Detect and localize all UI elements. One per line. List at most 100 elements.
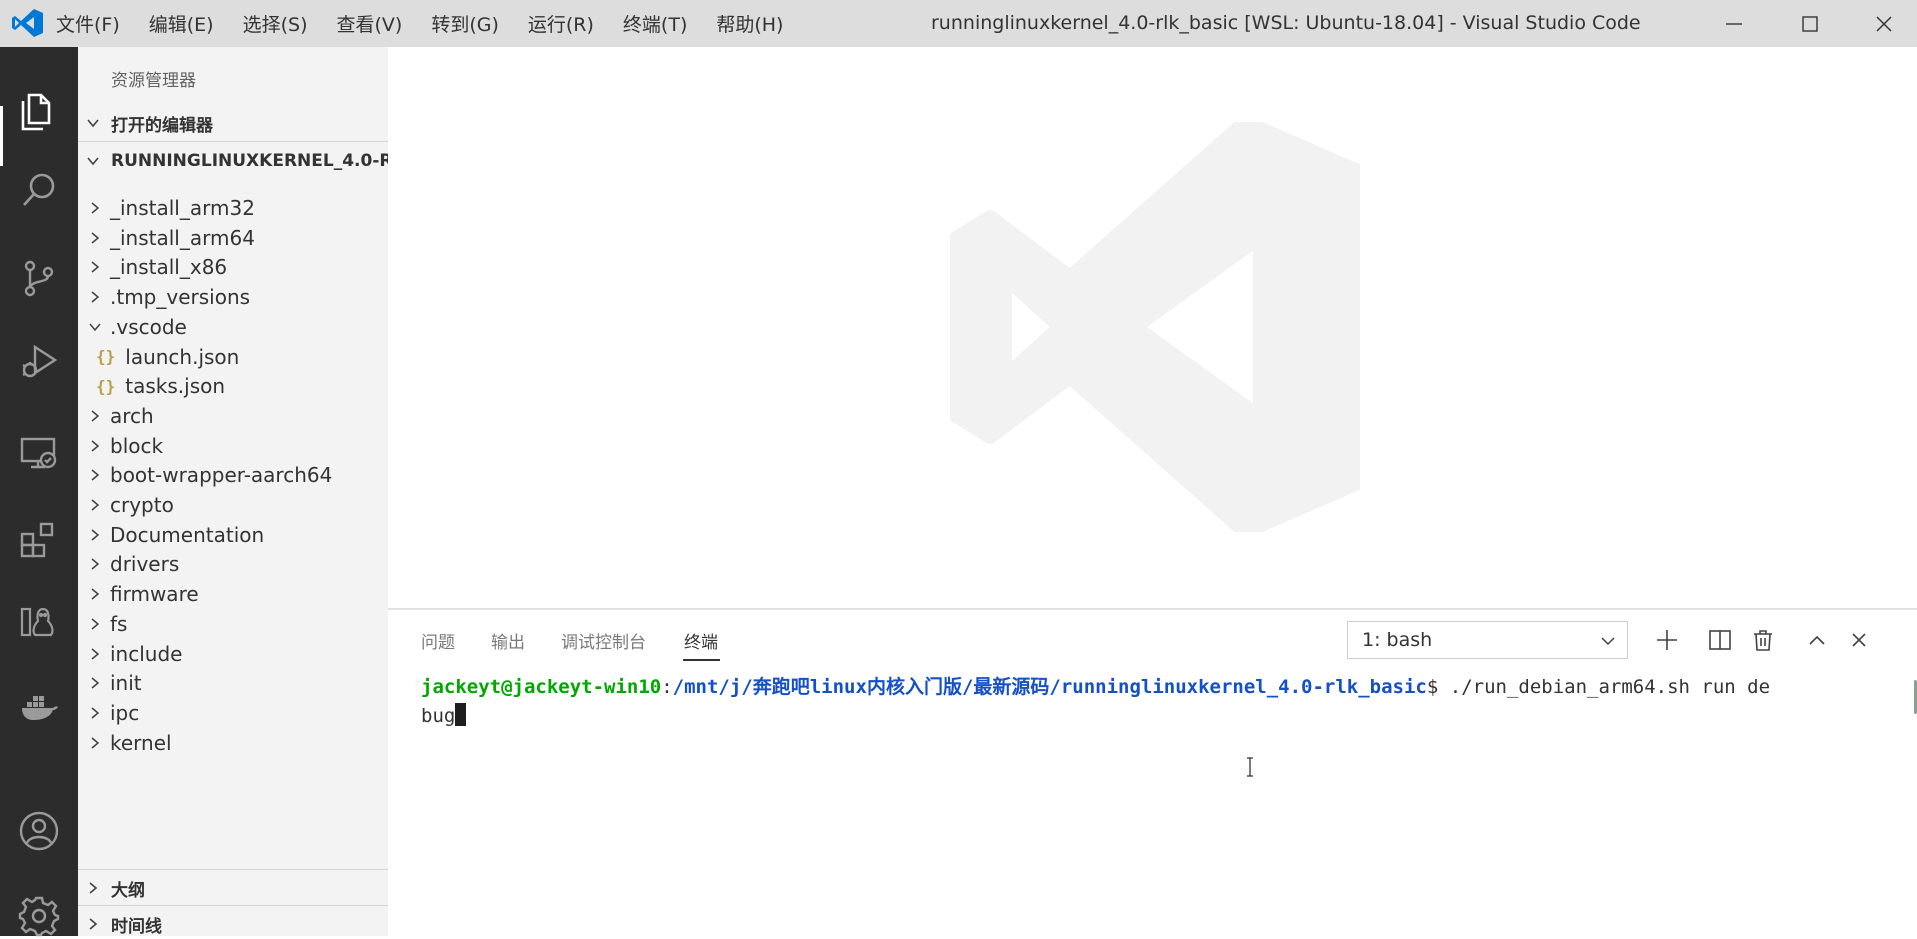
tree-item-label: launch.json xyxy=(125,344,240,369)
chevron-down-icon xyxy=(87,119,99,128)
source-control-icon[interactable] xyxy=(16,255,62,301)
chevron-right-icon xyxy=(91,647,100,660)
tree-item-label: .vscode xyxy=(110,314,187,339)
menu-item[interactable]: 运行(R) xyxy=(528,10,594,37)
split-terminal-button[interactable] xyxy=(1704,624,1736,656)
vscode-logo-icon xyxy=(12,9,43,37)
terminal-line: jackeyt@jackeyt-win10:/mnt/j/奔跑吧linux内核入… xyxy=(421,673,1891,702)
menu-item[interactable]: 帮助(H) xyxy=(716,10,783,37)
tree-item-label: drivers xyxy=(110,552,180,577)
tree-item-label: ipc xyxy=(110,700,140,725)
active-tab-indicator xyxy=(683,659,720,661)
close-panel-button[interactable] xyxy=(1843,624,1875,656)
explorer-sidebar: 资源管理器 打开的编辑器 RUNNINGLINUXKERNEL_4.0-R...… xyxy=(78,47,388,936)
divider xyxy=(78,141,388,142)
tree-item-label: crypto xyxy=(110,493,174,517)
tree-item-label: tasks.json xyxy=(125,374,226,399)
kill-terminal-button[interactable] xyxy=(1747,624,1779,656)
chevron-right-icon xyxy=(91,588,100,600)
open-editors-label: 打开的编辑器 xyxy=(111,115,213,136)
tree-item-label: Documentation xyxy=(110,522,265,547)
chevron-right-icon xyxy=(91,291,100,303)
tab-output[interactable]: 输出 xyxy=(491,628,525,653)
tree-item-label: _install_arm32 xyxy=(110,196,255,220)
folder-name: RUNNINGLINUXKERNEL_4.0-R... xyxy=(111,151,388,171)
editor-area[interactable] xyxy=(388,47,1917,608)
tab-debug-console[interactable]: 调试控制台 xyxy=(561,628,646,653)
activity-bar xyxy=(0,47,78,939)
chevron-down-icon xyxy=(87,157,99,166)
chevron-right-icon xyxy=(91,202,100,214)
account-icon[interactable] xyxy=(16,808,62,854)
json-file-icon: {} xyxy=(96,376,116,396)
timeline-header[interactable]: 时间线 xyxy=(78,906,388,936)
terminal-line: bug xyxy=(421,702,1891,731)
chevron-right-icon xyxy=(89,918,98,930)
tab-terminal[interactable]: 终端 xyxy=(684,628,718,653)
tree-item-label: _install_x86 xyxy=(110,255,228,280)
chevron-down-icon xyxy=(89,323,101,331)
chevron-down-icon xyxy=(1601,637,1615,646)
tree-item-label: .tmp_versions xyxy=(110,285,251,310)
tree-item-label: kernel xyxy=(110,730,172,755)
terminal-prompt: $ xyxy=(1426,676,1439,698)
timeline-label: 时间线 xyxy=(111,916,162,937)
settings-gear-icon[interactable] xyxy=(16,893,62,939)
terminal-command-wrap: bug xyxy=(421,705,456,727)
vscode-watermark-icon xyxy=(950,122,1360,532)
menu-item[interactable]: 文件(F) xyxy=(56,10,120,37)
docker-icon[interactable] xyxy=(16,683,62,729)
terminal-command: ./run_debian_arm64.sh run de xyxy=(1438,676,1771,698)
tree-item-label: init xyxy=(110,671,142,696)
text-cursor-icon xyxy=(1247,757,1253,777)
tab-problems[interactable]: 问题 xyxy=(421,628,455,653)
minimize-icon xyxy=(1726,22,1742,25)
run-debug-icon[interactable] xyxy=(16,339,62,385)
chevron-right-icon xyxy=(91,232,100,244)
chevron-right-icon xyxy=(91,261,100,273)
menu-item[interactable]: 选择(S) xyxy=(243,10,308,37)
new-terminal-button[interactable] xyxy=(1651,624,1683,656)
maximize-panel-button[interactable] xyxy=(1801,624,1833,656)
folder-header[interactable]: RUNNINGLINUXKERNEL_4.0-R... xyxy=(78,143,388,179)
maximize-button[interactable] xyxy=(1772,0,1848,47)
tree-item-label: arch xyxy=(110,403,154,428)
kill-terminal-icon xyxy=(1754,630,1772,651)
search-icon[interactable] xyxy=(16,167,62,213)
json-file-icon: {} xyxy=(96,347,116,366)
terminal-output[interactable]: jackeyt@jackeyt-win10:/mnt/j/奔跑吧linux内核入… xyxy=(421,673,1891,731)
close-window-button[interactable] xyxy=(1846,0,1917,47)
maximize-icon xyxy=(1802,15,1818,32)
terminal-select-value: 1: bash xyxy=(1362,629,1433,651)
tree-item-label: block xyxy=(110,433,164,458)
window-title: runninglinuxkernel_4.0-rlk_basic [WSL: U… xyxy=(931,12,1641,34)
terminal-select[interactable]: 1: bash xyxy=(1347,621,1628,659)
minimize-button[interactable] xyxy=(1696,0,1772,47)
tree-item-label: include xyxy=(110,641,183,666)
active-indicator xyxy=(0,106,3,166)
title-bar: 文件(F) 编辑(E) 选择(S) 查看(V) 转到(G) 运行(R) 终端(T) 帮助(H)… xyxy=(0,0,1917,47)
maximize-panel-icon xyxy=(1809,635,1825,645)
menu-item[interactable]: 编辑(E) xyxy=(149,10,214,37)
explorer-icon[interactable] xyxy=(16,86,62,132)
chevron-right-icon xyxy=(91,469,100,481)
menu-bar: 文件(F) 编辑(E) 选择(S) 查看(V) 转到(G) 运行(R) 终端(T) 帮助(H) xyxy=(56,0,812,47)
menu-item[interactable]: 终端(T) xyxy=(623,10,687,37)
chevron-right-icon xyxy=(91,737,100,749)
wsl-targets-icon[interactable] xyxy=(16,600,62,646)
remote-explorer-icon[interactable] xyxy=(16,430,62,476)
menu-item[interactable]: 查看(V) xyxy=(337,10,403,37)
terminal-path: /mnt/j/奔跑吧linux内核入门版/最新源码/runninglinuxke… xyxy=(672,676,1427,698)
open-editors-header[interactable]: 打开的编辑器 xyxy=(78,105,388,141)
menu-item[interactable]: 转到(G) xyxy=(431,10,499,37)
new-terminal-icon xyxy=(1657,630,1677,650)
tree-folder[interactable]: kernel xyxy=(78,725,388,761)
chevron-right-icon xyxy=(91,440,100,452)
split-terminal-icon xyxy=(1709,630,1731,650)
tree-item-label: _install_arm64 xyxy=(110,225,255,250)
chevron-right-icon xyxy=(91,677,100,689)
close-panel-icon xyxy=(1852,633,1866,647)
chevron-right-icon xyxy=(91,529,100,541)
extensions-icon[interactable] xyxy=(16,517,62,563)
outline-header[interactable]: 大纲 xyxy=(78,870,388,906)
